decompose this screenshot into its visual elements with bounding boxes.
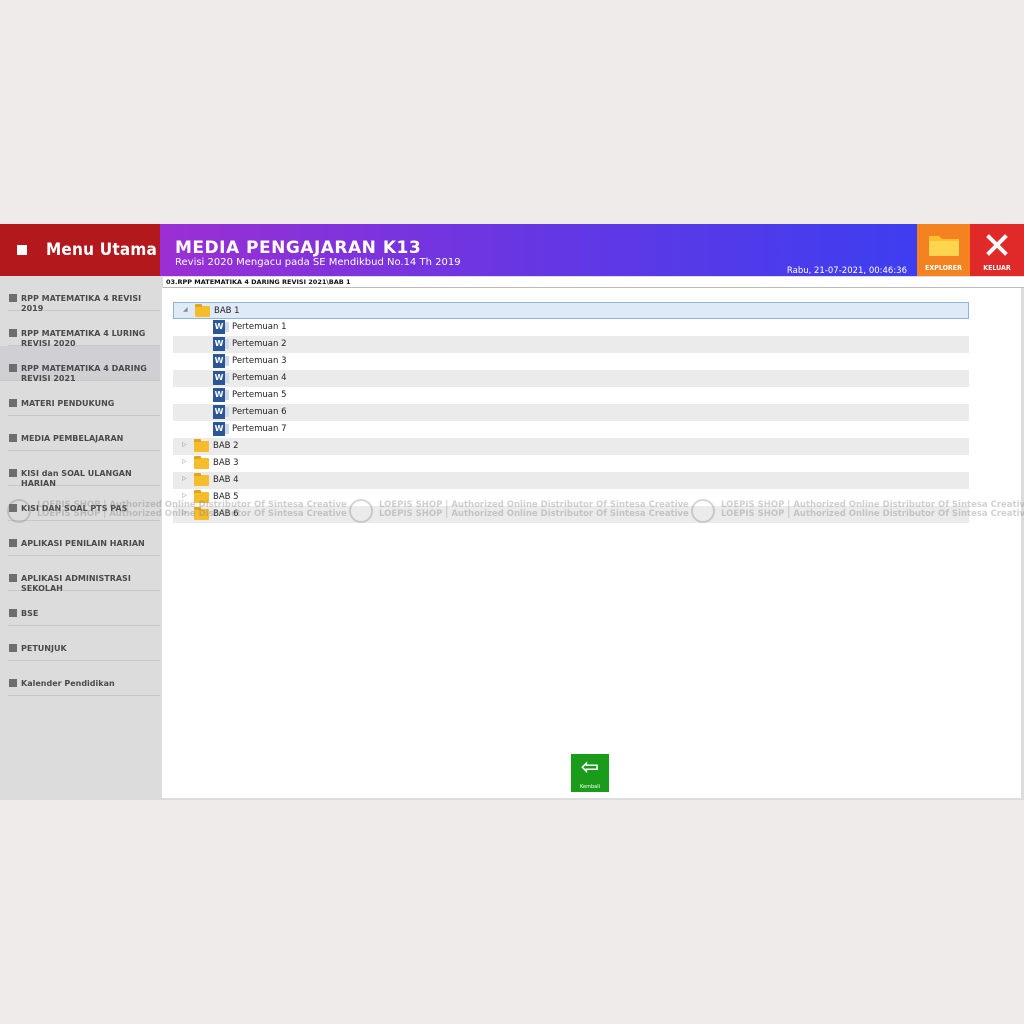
bullet-icon [9, 294, 17, 302]
sidebar-item-label: PETUNJUK [21, 644, 67, 653]
word-doc-icon: W [213, 320, 229, 334]
word-doc-icon: W [213, 371, 229, 385]
bullet-icon [9, 364, 17, 372]
bullet-icon [9, 329, 17, 337]
datetime-label: Rabu, 21-07-2021, 00:46:36 [786, 266, 907, 276]
kembali-label: Kembali [580, 784, 600, 790]
tree-folder[interactable]: ▷ BAB 3 [173, 455, 969, 472]
explorer-label: EXPLORER [925, 264, 962, 272]
folder-icon [194, 473, 209, 486]
tree-label: BAB 4 [213, 475, 239, 485]
sidebar-item-rpp-luring-2020[interactable]: RPP MATEMATIKA 4 LURING REVISI 2020 [8, 311, 160, 348]
content-panel: ◢ BAB 1 W Pertemuan 1 W Pertemuan 2 W Perte… [162, 288, 1021, 798]
sidebar-item-petunjuk[interactable]: PETUNJUK [8, 626, 160, 661]
tree-folder-bab1[interactable]: ◢ BAB 1 [173, 302, 969, 319]
folder-icon [195, 304, 210, 317]
menu-title: Menu Utama [46, 240, 158, 260]
tree-label: BAB 3 [213, 458, 239, 468]
bullet-icon [9, 399, 17, 407]
tree-label: Pertemuan 5 [232, 390, 287, 400]
bullet-icon [9, 434, 17, 442]
watermark-logo-icon [7, 499, 31, 523]
sidebar-item-aplikasi-penilain[interactable]: APLIKASI PENILAIN HARIAN [8, 521, 160, 556]
watermark-logo-icon [691, 499, 715, 523]
menu-header[interactable]: Menu Utama [0, 224, 160, 276]
watermark-logo-icon [349, 499, 373, 523]
bullet-icon [9, 469, 17, 477]
tree-file[interactable]: W Pertemuan 5 [173, 387, 969, 404]
collapsed-arrow-icon[interactable]: ▷ [182, 441, 187, 448]
sidebar-item-bse[interactable]: BSE [8, 591, 160, 626]
explorer-button[interactable]: EXPLORER [917, 224, 970, 276]
tree-label: Pertemuan 6 [232, 407, 287, 417]
tree-file[interactable]: W Pertemuan 7 [173, 421, 969, 438]
tree-file[interactable]: W Pertemuan 3 [173, 353, 969, 370]
folder-icon [194, 439, 209, 452]
tree-label: Pertemuan 7 [232, 424, 287, 434]
bullet-icon [9, 644, 17, 652]
bullet-icon [9, 574, 17, 582]
sidebar-item-kisi-ulangan[interactable]: KISI dan SOAL ULANGAN HARIAN [8, 451, 160, 488]
sidebar-item-rpp-2019[interactable]: RPP MATEMATIKA 4 REVISI 2019 [8, 276, 160, 313]
tree-label: BAB 2 [213, 441, 239, 451]
sidebar-item-materi-pendukung[interactable]: MATERI PENDUKUNG [8, 381, 160, 416]
word-doc-icon: W [213, 337, 229, 351]
word-doc-icon: W [213, 405, 229, 419]
watermark: LOEPIS SHOP | Authorized Online Distribu… [7, 499, 347, 523]
tree-label: BAB 1 [214, 306, 240, 316]
keluar-label: KELUAR [983, 264, 1011, 272]
sidebar-item-label: BSE [21, 609, 39, 618]
file-tree: ◢ BAB 1 W Pertemuan 1 W Pertemuan 2 W Perte… [173, 302, 969, 523]
folder-icon [929, 236, 959, 256]
expanded-arrow-icon[interactable]: ◢ [183, 306, 188, 313]
tree-label: Pertemuan 3 [232, 356, 287, 366]
app-subtitle: Revisi 2020 Mengacu pada SE Mendikbud No… [175, 257, 461, 268]
kembali-button[interactable]: ⇦ Kembali [571, 754, 609, 792]
sidebar-item-label: MATERI PENDUKUNG [21, 399, 115, 408]
watermark-text: LOEPIS SHOP | Authorized Online Distribu… [379, 509, 689, 519]
folder-icon [194, 456, 209, 469]
watermark-text: LOEPIS SHOP | Authorized Online Distribu… [721, 509, 1024, 519]
sidebar-item-rpp-daring-2021[interactable]: RPP MATEMATIKA 4 DARING REVISI 2021 [0, 346, 160, 383]
sidebar-item-media-pembelajaran[interactable]: MEDIA PEMBELAJARAN [8, 416, 160, 451]
path-bar: 03.RPP MATEMATIKA 4 DARING REVISI 2021\B… [163, 277, 1024, 288]
collapsed-arrow-icon[interactable]: ▷ [182, 492, 187, 499]
tree-label: Pertemuan 2 [232, 339, 287, 349]
tree-folder[interactable]: ▷ BAB 4 [173, 472, 969, 489]
app-title: MEDIA PENGAJARAN K13 [175, 238, 422, 258]
sidebar: RPP MATEMATIKA 4 REVISI 2019 RPP MATEMAT… [0, 276, 160, 800]
watermark: LOEPIS SHOP | Authorized Online Distribu… [349, 499, 689, 523]
sidebar-item-label: MEDIA PEMBELAJARAN [21, 434, 124, 443]
collapsed-arrow-icon[interactable]: ▷ [182, 475, 187, 482]
tree-label: Pertemuan 1 [232, 322, 287, 332]
tree-file[interactable]: W Pertemuan 4 [173, 370, 969, 387]
bullet-icon [9, 679, 17, 687]
word-doc-icon: W [213, 422, 229, 436]
tree-label: Pertemuan 4 [232, 373, 287, 383]
menu-square-icon [17, 245, 27, 255]
bullet-icon [9, 609, 17, 617]
word-doc-icon: W [213, 388, 229, 402]
tree-file[interactable]: W Pertemuan 2 [173, 336, 969, 353]
close-icon [986, 234, 1008, 256]
watermark: LOEPIS SHOP | Authorized Online Distribu… [691, 499, 1024, 523]
watermark-text: LOEPIS SHOP | Authorized Online Distribu… [37, 509, 347, 519]
tree-file[interactable]: W Pertemuan 6 [173, 404, 969, 421]
word-doc-icon: W [213, 354, 229, 368]
tree-file[interactable]: W Pertemuan 1 [173, 319, 969, 336]
collapsed-arrow-icon[interactable]: ▷ [182, 458, 187, 465]
sidebar-item-label: Kalender Pendidikan [21, 679, 115, 688]
bullet-icon [9, 539, 17, 547]
sidebar-item-aplikasi-administrasi[interactable]: APLIKASI ADMINISTRASI SEKOLAH [8, 556, 160, 593]
keluar-button[interactable]: KELUAR [970, 224, 1024, 276]
tree-folder[interactable]: ▷ BAB 2 [173, 438, 969, 455]
arrow-left-icon: ⇦ [580, 755, 600, 780]
sidebar-item-label: APLIKASI PENILAIN HARIAN [21, 539, 145, 548]
sidebar-item-kalender[interactable]: Kalender Pendidikan [8, 661, 160, 696]
title-banner: MEDIA PENGAJARAN K13 Revisi 2020 Mengacu… [160, 224, 917, 276]
